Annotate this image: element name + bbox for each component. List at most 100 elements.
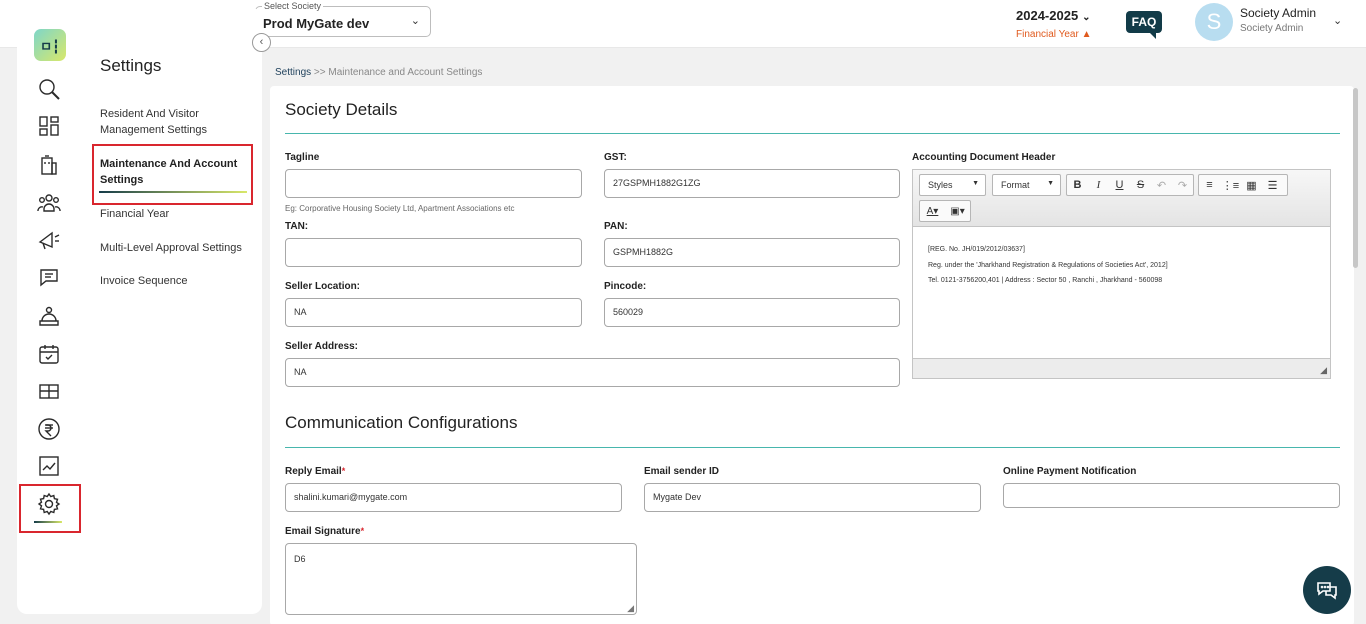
tan-input[interactable] — [285, 238, 582, 267]
breadcrumb: Settings >> Maintenance and Account Sett… — [275, 67, 482, 78]
online-payment-input[interactable] — [1003, 483, 1340, 508]
pincode-label: Pincode: — [604, 281, 647, 292]
society-select-label: Select Society — [262, 1, 324, 11]
italic-icon[interactable]: I — [1088, 175, 1109, 195]
menu-item-multi-level-approval[interactable]: Multi-Level Approval Settings — [100, 240, 248, 256]
seller-location-label: Seller Location: — [285, 281, 361, 292]
app-logo[interactable]: ㅁ┇ — [34, 29, 66, 61]
chevron-down-icon: ▼ — [972, 180, 979, 187]
bullet-list-icon[interactable]: ⋮≡ — [1220, 175, 1241, 195]
pan-input[interactable]: GSPMH1882G — [604, 238, 900, 267]
styles-dropdown[interactable]: Styles ▼ — [919, 174, 986, 196]
page-scrollbar[interactable] — [1353, 88, 1358, 268]
numbered-list-icon[interactable]: ≡ — [1199, 175, 1220, 195]
reports-icon[interactable] — [35, 452, 63, 480]
tagline-hint: Eg: Corporative Housing Society Ltd, Apa… — [285, 204, 515, 213]
user-name[interactable]: Society Admin — [1240, 6, 1316, 20]
list-table-group: ≡ ⋮≡ ▦ ☰ — [1198, 174, 1288, 196]
calendar-icon[interactable] — [35, 340, 63, 368]
pan-label: PAN: — [604, 221, 628, 232]
editor-footer: ◢ — [913, 358, 1330, 378]
tagline-label: Tagline — [285, 152, 320, 163]
chevron-down-icon: ⌄ — [1082, 12, 1091, 23]
chevron-down-icon[interactable]: ⌄ — [1333, 14, 1342, 27]
reply-email-input[interactable]: shalini.kumari@mygate.com — [285, 483, 622, 512]
section-divider — [285, 447, 1340, 448]
accounting-header-editor[interactable]: Styles ▼ Format ▼ B I U S ↶ ↷ ≡ ⋮≡ ▦ ☰ A▾ — [912, 169, 1331, 379]
seller-address-input[interactable]: NA — [285, 358, 900, 387]
settings-icon-highlight — [19, 484, 81, 533]
menu-item-resident-visitor[interactable]: Resident And Visitor Management Settings — [100, 106, 248, 138]
chat-support-button[interactable] — [1303, 566, 1351, 614]
format-dropdown[interactable]: Format ▼ — [992, 174, 1061, 196]
rupee-icon[interactable] — [35, 415, 63, 443]
chat-bubble-icon — [1317, 582, 1337, 600]
reply-email-label: Reply Email* — [285, 466, 346, 477]
seller-location-input[interactable]: NA — [285, 298, 582, 327]
section-divider — [285, 133, 1340, 134]
user-role: Society Admin — [1240, 23, 1304, 34]
helpdesk-icon[interactable] — [35, 302, 63, 330]
residents-icon[interactable] — [35, 189, 63, 217]
chevron-down-icon: ▼ — [1047, 180, 1054, 187]
financial-year-value: 2024-2025 — [1016, 8, 1079, 23]
email-signature-label: Email Signature* — [285, 526, 365, 537]
breadcrumb-current: Maintenance and Account Settings — [328, 67, 483, 78]
society-select[interactable]: Select Society Prod MyGate dev ⌄ — [255, 1, 431, 37]
dashboard-icon[interactable] — [35, 112, 63, 140]
editor-line: Reg. under the 'Jharkhand Registration &… — [928, 261, 1168, 269]
table-icon[interactable]: ▦ — [1241, 175, 1262, 195]
text-style-group: B I U S ↶ ↷ — [1066, 174, 1194, 196]
menu-item-financial-year[interactable]: Financial Year — [100, 206, 248, 222]
settings-card: Society Details Tagline Eg: Corporative … — [270, 86, 1354, 624]
editor-line: Tel. 0121-3756200,401 | Address : Sector… — [928, 277, 1163, 284]
financial-year-label: Financial Year — [1016, 29, 1079, 40]
resize-handle-icon[interactable]: ◢ — [1320, 365, 1327, 376]
accounting-header-label: Accounting Document Header — [912, 152, 1056, 163]
underline-icon[interactable]: U — [1109, 175, 1130, 195]
breadcrumb-separator: >> — [313, 67, 326, 78]
faq-button[interactable]: FAQ — [1126, 11, 1162, 39]
undo-icon[interactable]: ↶ — [1151, 175, 1172, 195]
society-select-value: Prod MyGate dev — [263, 16, 370, 31]
email-signature-textarea[interactable]: D6 ◢ — [285, 543, 637, 615]
warning-icon: ▲ — [1081, 29, 1092, 40]
pincode-input[interactable]: 560029 — [604, 298, 900, 327]
resize-handle-icon[interactable]: ◢ — [627, 603, 634, 614]
tagline-input[interactable] — [285, 169, 582, 198]
announcement-icon[interactable] — [35, 226, 63, 254]
editor-content[interactable]: [REG. No. JH/019/2012/03637] Reg. under … — [928, 242, 1168, 289]
avatar[interactable]: S — [1195, 3, 1233, 41]
settings-menu-title: Settings — [100, 56, 162, 75]
horizontal-rule-icon[interactable]: ☰ — [1262, 175, 1283, 195]
strikethrough-icon[interactable]: S — [1130, 175, 1151, 195]
seller-address-label: Seller Address: — [285, 341, 358, 352]
amenities-icon[interactable] — [35, 377, 63, 405]
color-group: A▾ ▣▾ — [919, 200, 971, 222]
email-signature-value: D6 — [294, 554, 306, 564]
chat-icon[interactable] — [35, 264, 63, 292]
society-details-title: Society Details — [285, 100, 398, 119]
required-mark: * — [341, 466, 346, 476]
email-sender-id-label: Email sender ID — [644, 466, 720, 477]
menu-item-invoice-sequence[interactable]: Invoice Sequence — [100, 273, 248, 289]
online-payment-label: Online Payment Notification — [1003, 466, 1137, 477]
breadcrumb-settings-link[interactable]: Settings — [275, 67, 311, 78]
gst-label: GST: — [604, 152, 627, 163]
email-sender-id-input[interactable]: Mygate Dev — [644, 483, 981, 512]
editor-line: [REG. No. JH/019/2012/03637] — [928, 246, 1025, 253]
collapse-sidebar-button[interactable]: ‹ — [252, 33, 271, 52]
bold-icon[interactable]: B — [1067, 175, 1088, 195]
building-icon[interactable] — [35, 151, 63, 179]
gst-input[interactable]: 27GSPMH1882G1ZG — [604, 169, 900, 198]
financial-year-selector[interactable]: 2024-2025 ⌄ Financial Year ▲ — [1016, 8, 1102, 40]
communication-title: Communication Configurations — [285, 413, 518, 432]
background-color-icon[interactable]: ▣▾ — [945, 201, 970, 221]
active-menu-highlight — [92, 144, 253, 205]
search-icon[interactable] — [35, 75, 63, 103]
left-panel: ㅁ┇ Settings Resident And Visitor Managem… — [17, 8, 262, 614]
text-color-icon[interactable]: A▾ — [920, 201, 945, 221]
required-mark: * — [360, 526, 365, 536]
tan-label: TAN: — [285, 221, 309, 232]
redo-icon[interactable]: ↷ — [1172, 175, 1193, 195]
